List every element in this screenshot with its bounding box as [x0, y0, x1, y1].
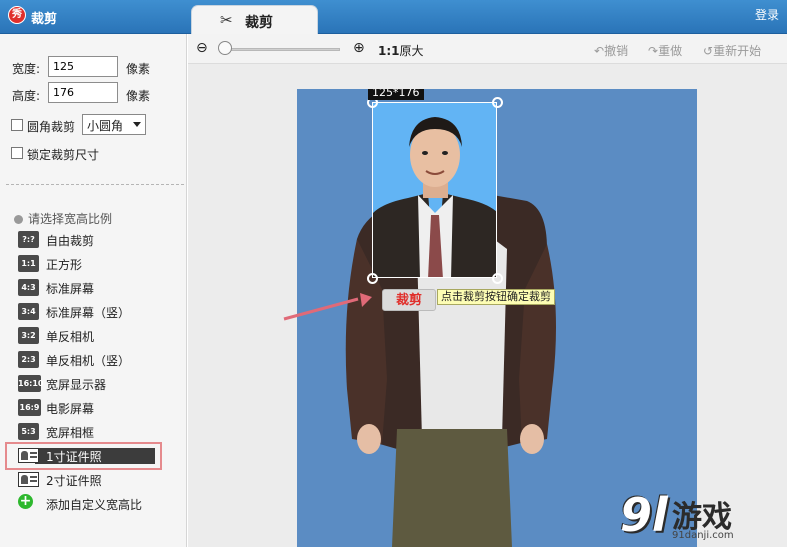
- ratio-item-16-9[interactable]: 16:9 电影屏幕: [18, 398, 183, 418]
- ratio-badge: 3:2: [18, 327, 39, 344]
- watermark: 9l 游戏 91danji.com: [620, 488, 780, 543]
- tab-label: 裁剪: [245, 15, 273, 31]
- person-portrait: [373, 117, 496, 277]
- ratio-item-5-3[interactable]: 5:3 宽屏相框: [18, 422, 183, 442]
- zoom-slider[interactable]: [220, 48, 340, 51]
- redo-label: 重做: [658, 44, 683, 58]
- undo-label: 撤销: [604, 44, 629, 58]
- actual-size-label: 原大: [399, 44, 424, 58]
- ratio-label: 单反相机: [46, 330, 95, 344]
- height-field[interactable]: [48, 82, 118, 103]
- redo-button[interactable]: ↷重做: [648, 42, 682, 59]
- ratio-badge: 3:4: [18, 303, 39, 320]
- height-unit: 像素: [126, 89, 151, 103]
- ratio-heading-text: 请选择宽高比例: [28, 212, 113, 226]
- add-custom-ratio-link[interactable]: 添加自定义宽高比: [46, 496, 142, 513]
- chevron-down-icon: [133, 122, 141, 127]
- actual-size-button[interactable]: 1:1原大: [378, 42, 424, 59]
- app-title: 裁剪: [31, 12, 58, 27]
- crop-confirm-button[interactable]: 裁剪: [382, 289, 436, 311]
- id-card-icon: [18, 448, 39, 463]
- ratio-badge: 2:3: [18, 351, 39, 368]
- ratio-label: 自由裁剪: [46, 234, 95, 248]
- ratio-item-1-inch-id-photo[interactable]: 1寸证件照: [18, 446, 183, 466]
- corner-size-value: 小圆角: [87, 119, 124, 133]
- ratio-item-square[interactable]: 1:1 正方形: [18, 254, 183, 274]
- rounded-crop-checkbox[interactable]: [11, 119, 23, 131]
- lock-size-checkbox[interactable]: [11, 147, 23, 159]
- bullet-icon: [14, 215, 23, 224]
- ratio-badge: 16:9: [18, 399, 41, 416]
- lock-size-label: 锁定裁剪尺寸: [27, 148, 100, 162]
- corner-size-select[interactable]: 小圆角: [82, 114, 146, 135]
- zoom-in-icon[interactable]: ⊕: [353, 40, 365, 56]
- ratio-label: 标准屏幕: [46, 282, 95, 296]
- restart-label: 重新开始: [713, 44, 762, 58]
- ratio-label: 电影屏幕: [46, 402, 95, 416]
- watermark-logo: 9l: [620, 488, 668, 542]
- scissors-icon: ✂: [220, 11, 233, 29]
- restart-button[interactable]: ↺重新开始: [703, 42, 761, 59]
- width-field[interactable]: [48, 56, 118, 77]
- ratio-badge: 5:3: [18, 423, 39, 440]
- height-label: 高度:: [12, 89, 41, 103]
- crop-handle-bottom-right[interactable]: [492, 273, 503, 284]
- ratio-label: 宽屏相框: [46, 426, 95, 440]
- toolbar: ⊖ ⊕ 1:1原大 ↶撤销 ↷重做 ↺重新开始: [188, 34, 787, 64]
- app-logo-icon: 秀: [8, 6, 26, 24]
- zoom-slider-thumb[interactable]: [218, 41, 232, 55]
- actual-size-ratio: 1:1: [378, 44, 400, 58]
- rounded-crop-label: 圆角裁剪: [27, 120, 76, 134]
- ratio-label: 单反相机（竖）: [46, 354, 131, 368]
- crop-size-badge: 125*176: [368, 89, 424, 100]
- id-card-icon: [18, 472, 39, 487]
- divider: [6, 184, 184, 185]
- ratio-badge: 4:3: [18, 279, 39, 296]
- tab-crop[interactable]: ✂ 裁剪: [191, 5, 318, 35]
- crop-handle-top-right[interactable]: [492, 97, 503, 108]
- redo-icon: ↷: [648, 44, 659, 58]
- ratio-label: 宽屏显示器: [46, 378, 107, 392]
- ratio-item-2-inch-id-photo[interactable]: 2寸证件照: [18, 470, 183, 490]
- ratio-label: 正方形: [46, 258, 83, 272]
- ratio-heading: 请选择宽高比例: [14, 210, 112, 227]
- login-link[interactable]: 登录: [755, 6, 779, 23]
- ratio-label: 2寸证件照: [46, 474, 102, 488]
- zoom-out-icon[interactable]: ⊖: [196, 40, 208, 56]
- ratio-item-free[interactable]: ?:? 自由裁剪: [18, 230, 183, 250]
- ratio-item-16-10[interactable]: 16:10 宽屏显示器: [18, 374, 183, 394]
- arrow-annotation-icon: [283, 293, 372, 321]
- crop-settings-panel: 宽度: 像素 高度: 像素 圆角裁剪 小圆角 锁定裁剪尺寸 请选择宽高比例 ?:…: [0, 34, 187, 547]
- crop-tooltip: 点击裁剪按钮确定裁剪: [437, 289, 555, 305]
- ratio-badge: 1:1: [18, 255, 39, 272]
- plus-icon[interactable]: +: [18, 494, 33, 509]
- ratio-label: 1寸证件照: [46, 450, 102, 464]
- ratio-item-4-3[interactable]: 4:3 标准屏幕: [18, 278, 183, 298]
- restart-icon: ↺: [703, 44, 714, 58]
- title-bar: 秀 裁剪 ✂ 裁剪 登录: [0, 0, 787, 35]
- ratio-badge: 16:10: [18, 375, 43, 392]
- crop-region[interactable]: [372, 102, 497, 278]
- width-unit: 像素: [126, 62, 151, 76]
- width-label: 宽度:: [12, 62, 41, 76]
- image-canvas: 125*176 裁剪 点击裁剪按钮确定裁剪: [188, 64, 787, 547]
- ratio-label: 标准屏幕（竖）: [46, 306, 131, 320]
- watermark-url: 91danji.com: [672, 530, 734, 541]
- ratio-item-3-2[interactable]: 3:2 单反相机: [18, 326, 183, 346]
- undo-icon: ↶: [594, 44, 605, 58]
- crop-handle-bottom-left[interactable]: [367, 273, 378, 284]
- ratio-badge: ?:?: [18, 231, 39, 248]
- ratio-item-3-4[interactable]: 3:4 标准屏幕（竖）: [18, 302, 183, 322]
- ratio-item-2-3[interactable]: 2:3 单反相机（竖）: [18, 350, 183, 370]
- undo-button[interactable]: ↶撤销: [594, 42, 628, 59]
